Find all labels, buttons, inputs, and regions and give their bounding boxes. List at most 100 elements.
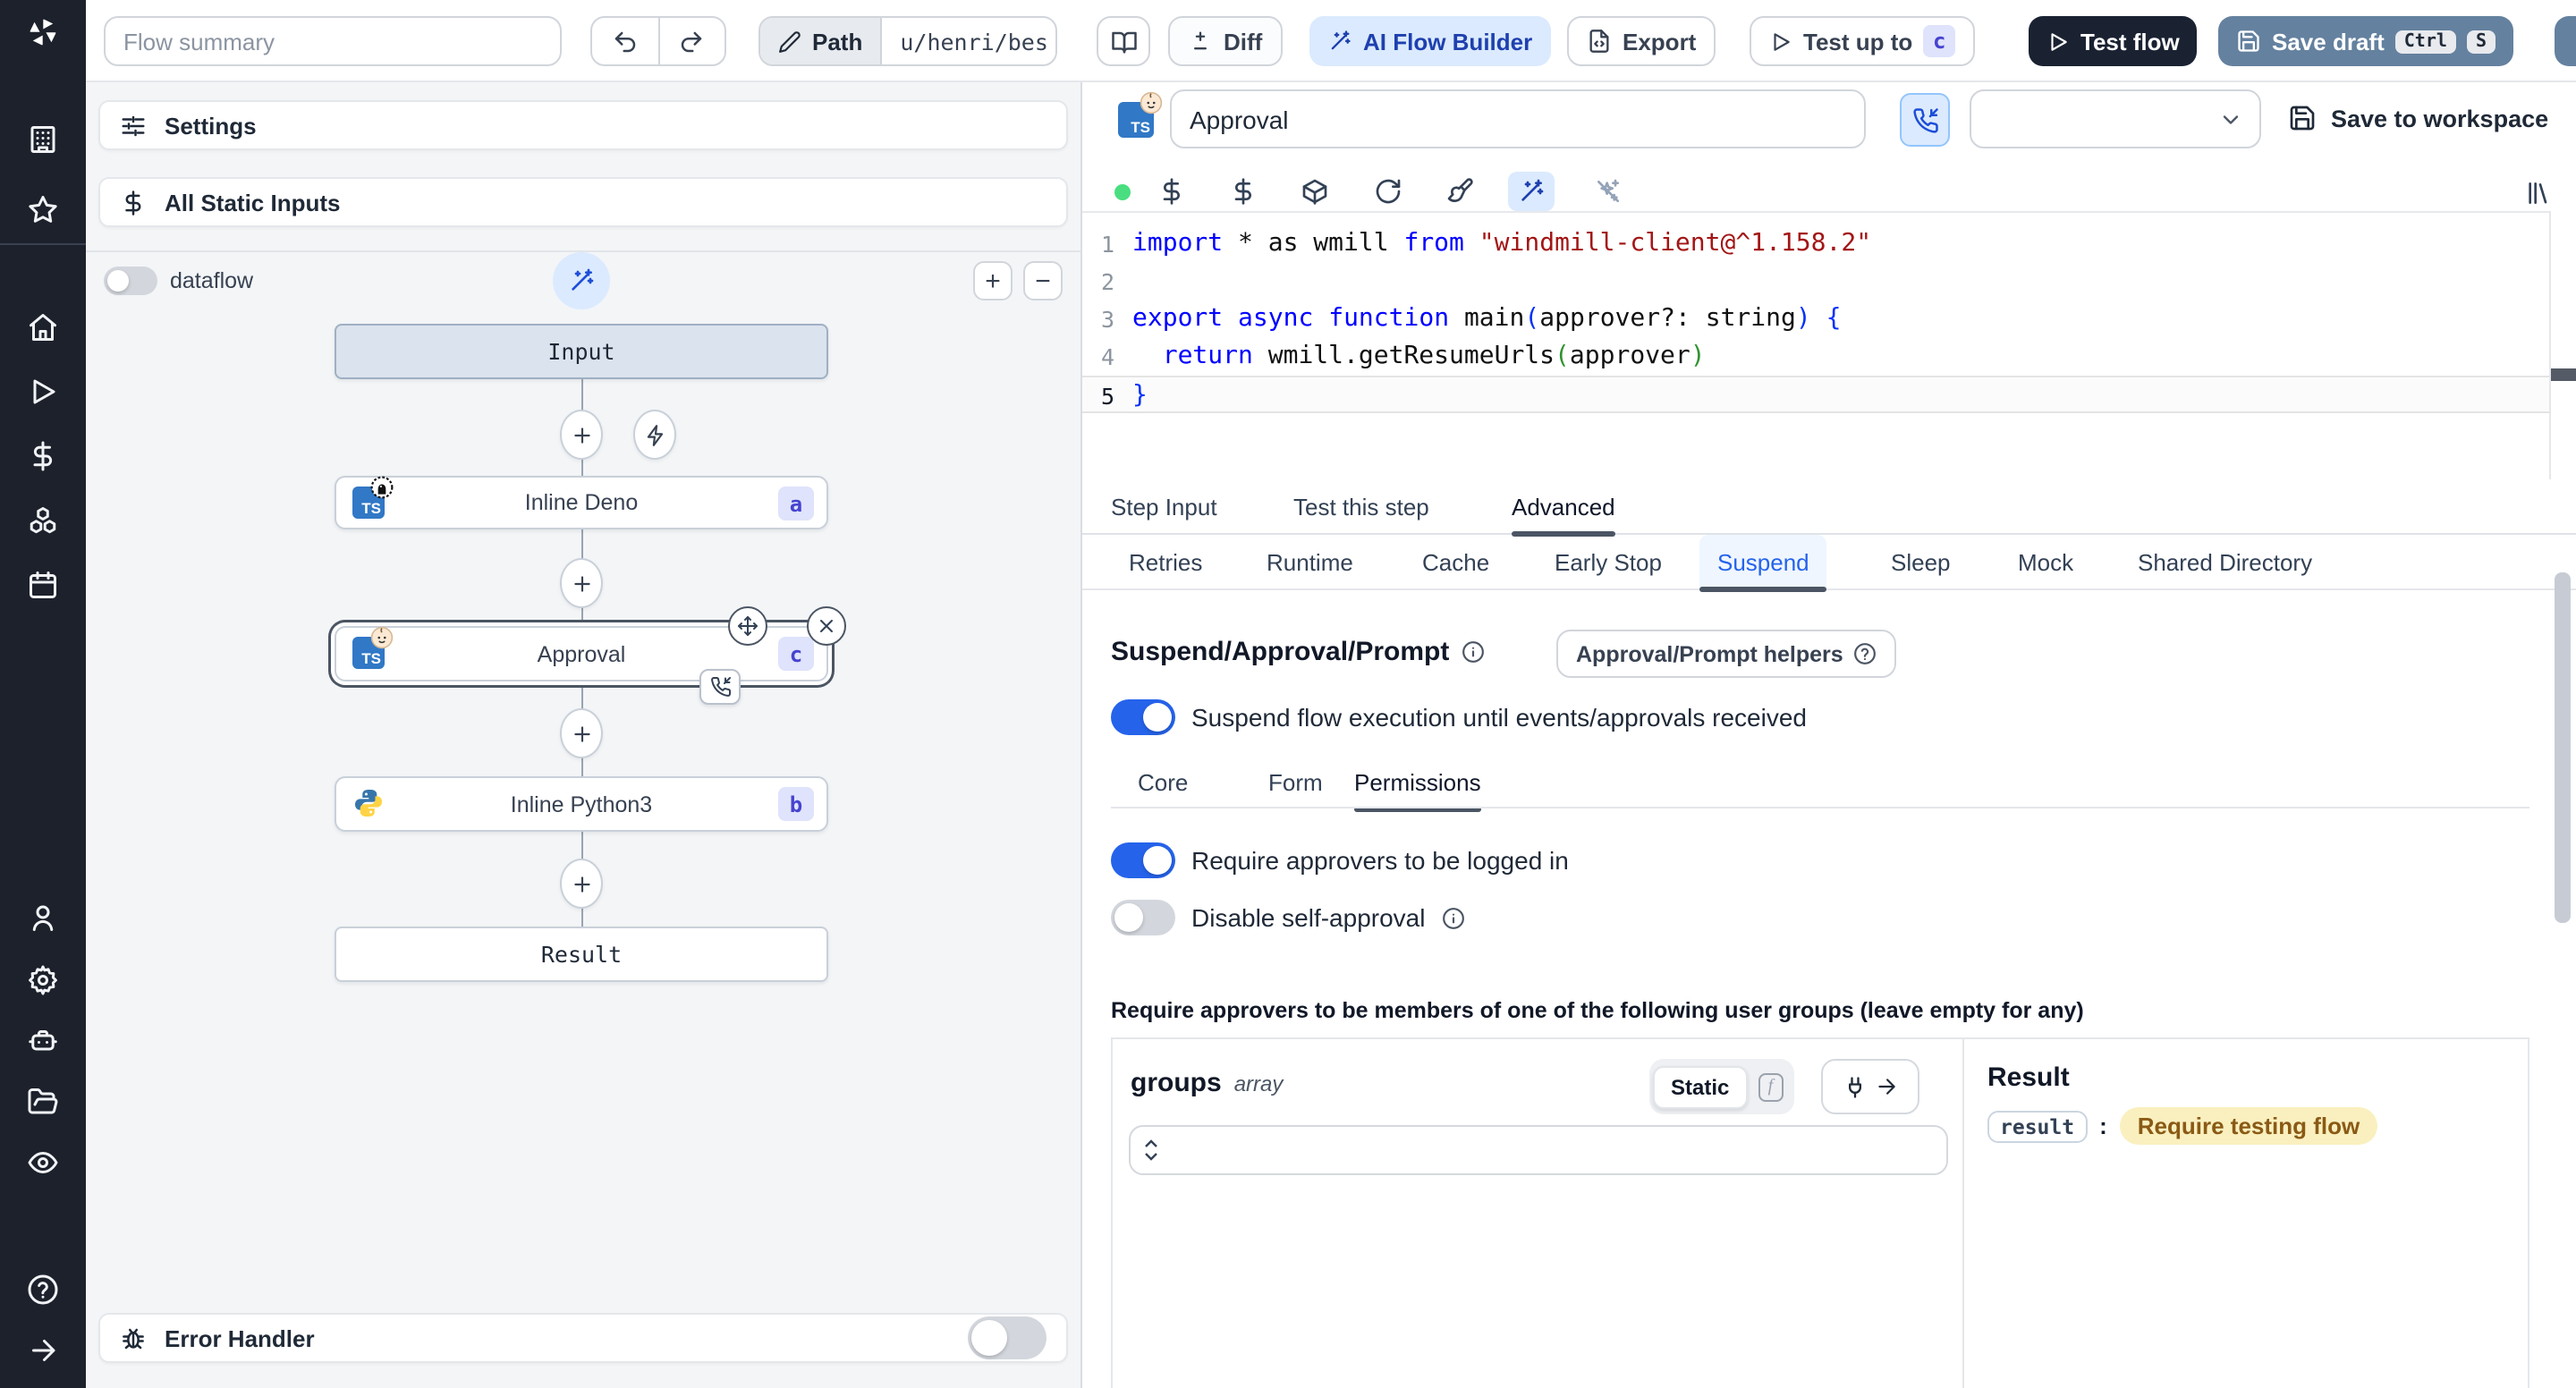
- favorites-icon[interactable]: [27, 193, 59, 225]
- runs-icon[interactable]: [27, 376, 59, 408]
- deploy-button-clipped[interactable]: [2555, 16, 2576, 66]
- test-up-to-button[interactable]: Test up to c: [1750, 16, 1976, 66]
- undo-button[interactable]: [592, 18, 658, 64]
- ai-assistant-icon[interactable]: [1517, 177, 1546, 206]
- insert-step-button[interactable]: [560, 708, 603, 758]
- users-icon[interactable]: [27, 901, 59, 934]
- tab-permissions[interactable]: Permissions: [1354, 755, 1481, 812]
- add-trigger-button[interactable]: [633, 410, 676, 460]
- static-mode-button[interactable]: Static: [1653, 1065, 1748, 1108]
- tab-step-input[interactable]: Step Input: [1111, 479, 1217, 535]
- editor-scrollbar-thumb[interactable]: [2551, 368, 2576, 381]
- groups-editor-box: groups array Static f Result result : Req: [1111, 1037, 2529, 1388]
- home-icon[interactable]: [27, 311, 59, 343]
- zoom-in-button[interactable]: +: [973, 261, 1013, 300]
- redo-button[interactable]: [657, 18, 724, 64]
- tab-early-stop[interactable]: Early Stop: [1537, 535, 1680, 590]
- save-draft-button[interactable]: Save draft Ctrl S: [2218, 16, 2513, 66]
- help-icon[interactable]: [27, 1274, 59, 1306]
- expand-sidebar-icon[interactable]: [27, 1334, 59, 1367]
- code-editor[interactable]: 1 import * as wmill from "windmill-client…: [1082, 211, 2549, 479]
- suspend-settings-button[interactable]: [1900, 93, 1950, 147]
- test-flow-button[interactable]: Test flow: [2029, 16, 2198, 66]
- panel-scrollbar-thumb[interactable]: [2555, 572, 2571, 923]
- disable-self-approval-toggle[interactable]: [1111, 900, 1175, 935]
- chevrons-up-down-icon[interactable]: [1143, 1138, 1159, 1163]
- error-handler-toggle[interactable]: [968, 1316, 1046, 1359]
- folders-icon[interactable]: [27, 1086, 59, 1118]
- workers-icon[interactable]: [27, 1025, 59, 1057]
- audit-logs-icon[interactable]: [27, 1147, 59, 1179]
- path-button[interactable]: Path: [760, 18, 881, 64]
- plug-icon: [1843, 1074, 1868, 1099]
- input-node[interactable]: Input: [335, 324, 828, 379]
- ai-off-icon[interactable]: [1594, 177, 1623, 206]
- tab-form[interactable]: Form: [1268, 755, 1323, 810]
- tab-core[interactable]: Core: [1138, 755, 1188, 810]
- reload-icon[interactable]: [1374, 177, 1402, 206]
- step-title-input[interactable]: [1170, 89, 1866, 148]
- tab-cache[interactable]: Cache: [1404, 535, 1507, 590]
- result-node[interactable]: Result: [335, 927, 828, 982]
- variables-icon[interactable]: [27, 440, 59, 472]
- groups-array-input[interactable]: [1129, 1125, 1948, 1175]
- info-icon[interactable]: [1462, 640, 1485, 664]
- ai-flow-builder-button[interactable]: AI Flow Builder: [1309, 16, 1551, 66]
- code-line[interactable]: 1 import * as wmill from "windmill-client…: [1082, 225, 2549, 263]
- code-text: export async function main(approver?: st…: [1132, 304, 1842, 333]
- require-login-toggle[interactable]: [1111, 842, 1175, 878]
- docs-button[interactable]: [1097, 16, 1150, 66]
- phone-incoming-icon: [1911, 106, 1938, 133]
- tab-sleep[interactable]: Sleep: [1873, 535, 1969, 590]
- all-static-inputs-button[interactable]: All Static Inputs: [98, 177, 1068, 227]
- script-version-select[interactable]: [1970, 89, 2261, 148]
- insert-step-button[interactable]: [560, 558, 603, 608]
- schedules-icon[interactable]: [27, 569, 59, 601]
- error-handler-row[interactable]: Error Handler: [98, 1313, 1068, 1363]
- variables-icon[interactable]: [1229, 177, 1258, 206]
- approval-prompt-helpers-button[interactable]: Approval/Prompt helpers: [1556, 630, 1897, 678]
- resources-icon[interactable]: [27, 504, 59, 537]
- step-node-a[interactable]: TS Inline Deno a: [335, 476, 828, 529]
- tab-runtime[interactable]: Runtime: [1249, 535, 1371, 590]
- expression-mode-button[interactable]: f: [1750, 1065, 1790, 1108]
- suspend-toggle[interactable]: [1111, 699, 1175, 735]
- connect-input-button[interactable]: [1821, 1059, 1919, 1114]
- format-icon[interactable]: [1445, 177, 1474, 206]
- tab-suspend[interactable]: Suspend: [1699, 535, 1828, 592]
- line-number: 4: [1100, 343, 1114, 370]
- code-line[interactable]: 3 export async function main(approver?: s…: [1082, 300, 2549, 338]
- dependencies-icon[interactable]: [1301, 177, 1329, 206]
- insert-step-button[interactable]: [560, 410, 603, 460]
- dataflow-toggle[interactable]: [104, 267, 157, 295]
- tab-shared-directory[interactable]: Shared Directory: [2120, 535, 2330, 590]
- result-key-badge[interactable]: result: [1987, 1110, 2088, 1142]
- static-inputs-icon[interactable]: [1157, 177, 1186, 206]
- tab-test-this-step[interactable]: Test this step: [1293, 479, 1429, 535]
- flow-settings-button[interactable]: Settings: [98, 100, 1068, 150]
- save-to-workspace-button[interactable]: Save to workspace: [2288, 104, 2548, 132]
- tab-advanced[interactable]: Advanced: [1512, 479, 1615, 537]
- tab-retries[interactable]: Retries: [1111, 535, 1220, 590]
- plus-icon: [570, 722, 593, 745]
- library-icon[interactable]: [2524, 179, 2553, 207]
- code-line[interactable]: 4 return wmill.getResumeUrls(approver): [1082, 338, 2549, 376]
- settings-icon[interactable]: [27, 964, 59, 996]
- move-step-button[interactable]: [728, 606, 767, 646]
- file-code-icon: [1587, 29, 1612, 54]
- info-icon[interactable]: [1441, 906, 1464, 929]
- code-line[interactable]: 5}: [1082, 376, 2549, 413]
- ai-step-button[interactable]: [553, 252, 610, 309]
- tab-mock[interactable]: Mock: [2000, 535, 2091, 590]
- step-node-b[interactable]: Inline Python3 b: [335, 776, 828, 832]
- zoom-out-button[interactable]: −: [1023, 261, 1063, 300]
- flow-summary-input[interactable]: [104, 16, 562, 66]
- delete-step-button[interactable]: [807, 606, 846, 646]
- code-line[interactable]: 2: [1082, 263, 2549, 300]
- suspend-indicator-chip[interactable]: [699, 669, 741, 705]
- workspace-icon[interactable]: [27, 123, 59, 156]
- diff-button[interactable]: Diff: [1168, 16, 1283, 66]
- insert-step-button[interactable]: [560, 859, 603, 909]
- export-button[interactable]: Export: [1567, 16, 1716, 66]
- path-value[interactable]: u/henri/bes: [880, 18, 1055, 64]
